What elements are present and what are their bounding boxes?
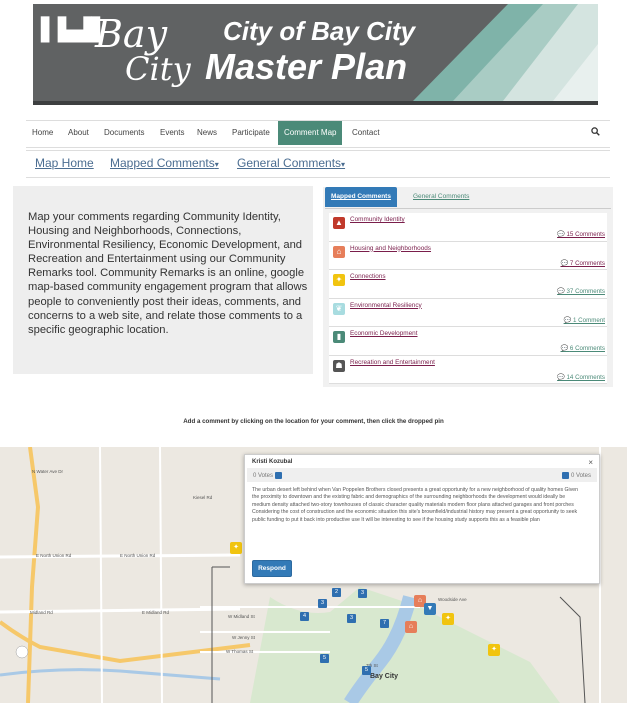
- map-label: W Thomas St: [226, 649, 254, 654]
- marker-cluster[interactable]: 2: [332, 588, 341, 597]
- map-label: W Jenny St: [232, 635, 256, 640]
- upvote-count: 0 Votes: [253, 473, 274, 480]
- map-instructions: Add a comment by clicking on the locatio…: [183, 418, 444, 425]
- marker-cluster[interactable]: 3: [318, 599, 327, 608]
- category-row[interactable]: ❦ Environmental Resiliency 💬 1 Comment: [329, 299, 607, 327]
- comment-count-link[interactable]: 💬 37 Comments: [557, 287, 605, 295]
- category-row[interactable]: ☗ Recreation and Entertainment 💬 14 Comm…: [329, 356, 607, 384]
- thumbs-up-icon[interactable]: [275, 472, 283, 479]
- main-nav: Home About Documents Events News Partici…: [26, 120, 610, 148]
- comment-count: 1 Comment: [573, 316, 605, 324]
- map-label: E North Union Rd: [120, 553, 156, 558]
- comment-count: 15 Comments: [566, 231, 605, 238]
- comment-count: 6 Comments: [569, 345, 605, 352]
- chevron-down-icon: ▾: [341, 160, 346, 169]
- category-panel: Mapped Comments General Comments ▲ Commu…: [323, 187, 613, 387]
- vote-bar: 0 Votes 0 Votes: [247, 468, 597, 482]
- header-banner: ▌▙▟▌ Bay City City of Bay City Master Pl…: [33, 4, 598, 105]
- map-label: Midland Rd: [30, 610, 53, 615]
- category-row[interactable]: ▲ Community Identity 💬 15 Comments: [329, 213, 607, 242]
- house-icon[interactable]: ⌂: [405, 621, 417, 633]
- downvote[interactable]: 0 Votes: [561, 472, 591, 480]
- chart-icon: ▮: [333, 331, 345, 343]
- nav-events[interactable]: Events: [160, 121, 184, 145]
- tab-general-comments[interactable]: General Comments: [407, 187, 475, 207]
- comment-count: 37 Comments: [566, 288, 605, 295]
- community-identity-icon: ▲: [333, 217, 345, 229]
- search-icon[interactable]: [591, 127, 600, 139]
- marker-cluster[interactable]: 3: [347, 614, 356, 623]
- marker-cluster[interactable]: 5: [362, 666, 371, 675]
- nav-home[interactable]: Home: [32, 121, 53, 145]
- comment-count-link[interactable]: 💬 14 Comments: [557, 373, 605, 381]
- comment-body: The urban desert left behind when Van Po…: [252, 487, 579, 523]
- category-link[interactable]: Connections: [350, 273, 386, 280]
- category-row[interactable]: ⌂ Housing and Neighborhoods 💬 7 Comments: [329, 242, 607, 270]
- nav-about[interactable]: About: [68, 121, 89, 145]
- logo-text-city: City: [125, 50, 191, 88]
- category-row[interactable]: ✦ Connections 💬 37 Comments: [329, 270, 607, 299]
- marker-cluster[interactable]: 5: [320, 654, 329, 663]
- banner-subtitle: City of Bay City: [223, 16, 416, 46]
- house-icon: ⌂: [333, 245, 345, 258]
- mapped-comments-dropdown[interactable]: Mapped Comments▾: [110, 156, 219, 170]
- general-comments-dropdown[interactable]: General Comments▾: [237, 156, 345, 170]
- leaf-icon: ❦: [333, 302, 345, 315]
- map-home-link[interactable]: Map Home: [35, 156, 94, 170]
- comment-author: Kristi Kozubal: [252, 459, 293, 465]
- tab-mapped-comments[interactable]: Mapped Comments: [325, 187, 397, 207]
- respond-button[interactable]: Respond: [252, 560, 292, 577]
- thumbs-down-icon[interactable]: [561, 472, 569, 479]
- comment-count-link[interactable]: 💬 1 Comment: [564, 316, 605, 324]
- map-subnav: Map Home Mapped Comments▾ General Commen…: [26, 150, 610, 178]
- pedestrian-icon: ✦: [333, 274, 345, 286]
- category-link[interactable]: Housing and Neighborhoods: [350, 245, 431, 252]
- comment-count: 14 Comments: [566, 373, 605, 381]
- intro-text: Map your comments regarding Community Id…: [28, 211, 308, 336]
- map-city-label: Bay City: [370, 673, 399, 680]
- close-icon[interactable]: ×: [588, 458, 593, 467]
- category-link[interactable]: Environmental Resiliency: [350, 302, 422, 309]
- comment-count-link[interactable]: 💬 15 Comments: [557, 230, 605, 238]
- upvote[interactable]: 0 Votes: [253, 472, 283, 480]
- map-label: E Midland Rd: [142, 610, 170, 615]
- intro-box: Map your comments regarding Community Id…: [13, 186, 313, 374]
- downvote-count: 0 Votes: [570, 473, 591, 480]
- general-comments-label: General Comments: [237, 156, 342, 170]
- banner-title: Master Plan: [205, 46, 408, 87]
- chevron-down-icon: ▾: [214, 160, 219, 169]
- comment-count-link[interactable]: 💬 7 Comments: [560, 259, 605, 267]
- nav-participate[interactable]: Participate: [232, 121, 270, 145]
- marker-cluster[interactable]: 7: [380, 619, 389, 628]
- panel-tabs: Mapped Comments General Comments: [325, 187, 611, 209]
- recreation-icon: ☗: [333, 359, 345, 372]
- map-label: Woodside Ave: [438, 597, 467, 602]
- marker-cluster[interactable]: 4: [300, 612, 309, 621]
- category-link[interactable]: Economic Development: [350, 330, 418, 337]
- map-label: N Water Ave Dr: [32, 469, 64, 474]
- comment-pin-icon[interactable]: ▼: [424, 603, 436, 615]
- map-label: Kiesel Rd: [193, 495, 213, 500]
- marker-cluster[interactable]: 3: [358, 589, 367, 598]
- nav-documents[interactable]: Documents: [104, 121, 144, 145]
- nav-comment-map[interactable]: Comment Map: [278, 121, 343, 145]
- comment-count: 7 Comments: [569, 259, 605, 267]
- mapped-comments-label: Mapped Comments: [110, 156, 215, 170]
- category-row[interactable]: ▮ Economic Development 💬 6 Comments: [329, 327, 607, 356]
- pedestrian-icon[interactable]: ✦: [230, 542, 242, 554]
- comment-popup: Kristi Kozubal × 0 Votes 0 Votes The urb…: [244, 454, 600, 584]
- pedestrian-icon[interactable]: ✦: [488, 644, 500, 656]
- category-link[interactable]: Recreation and Entertainment: [350, 359, 435, 366]
- pedestrian-icon[interactable]: ✦: [442, 613, 454, 625]
- map-label: E North Union Rd: [36, 553, 72, 558]
- category-list: ▲ Community Identity 💬 15 Comments ⌂ Hou…: [329, 213, 607, 384]
- nav-contact[interactable]: Contact: [352, 121, 380, 145]
- map-label: W Midland St: [228, 614, 255, 619]
- nav-news[interactable]: News: [197, 121, 217, 145]
- category-link[interactable]: Community Identity: [350, 216, 405, 223]
- comment-count-link[interactable]: 💬 6 Comments: [560, 344, 605, 352]
